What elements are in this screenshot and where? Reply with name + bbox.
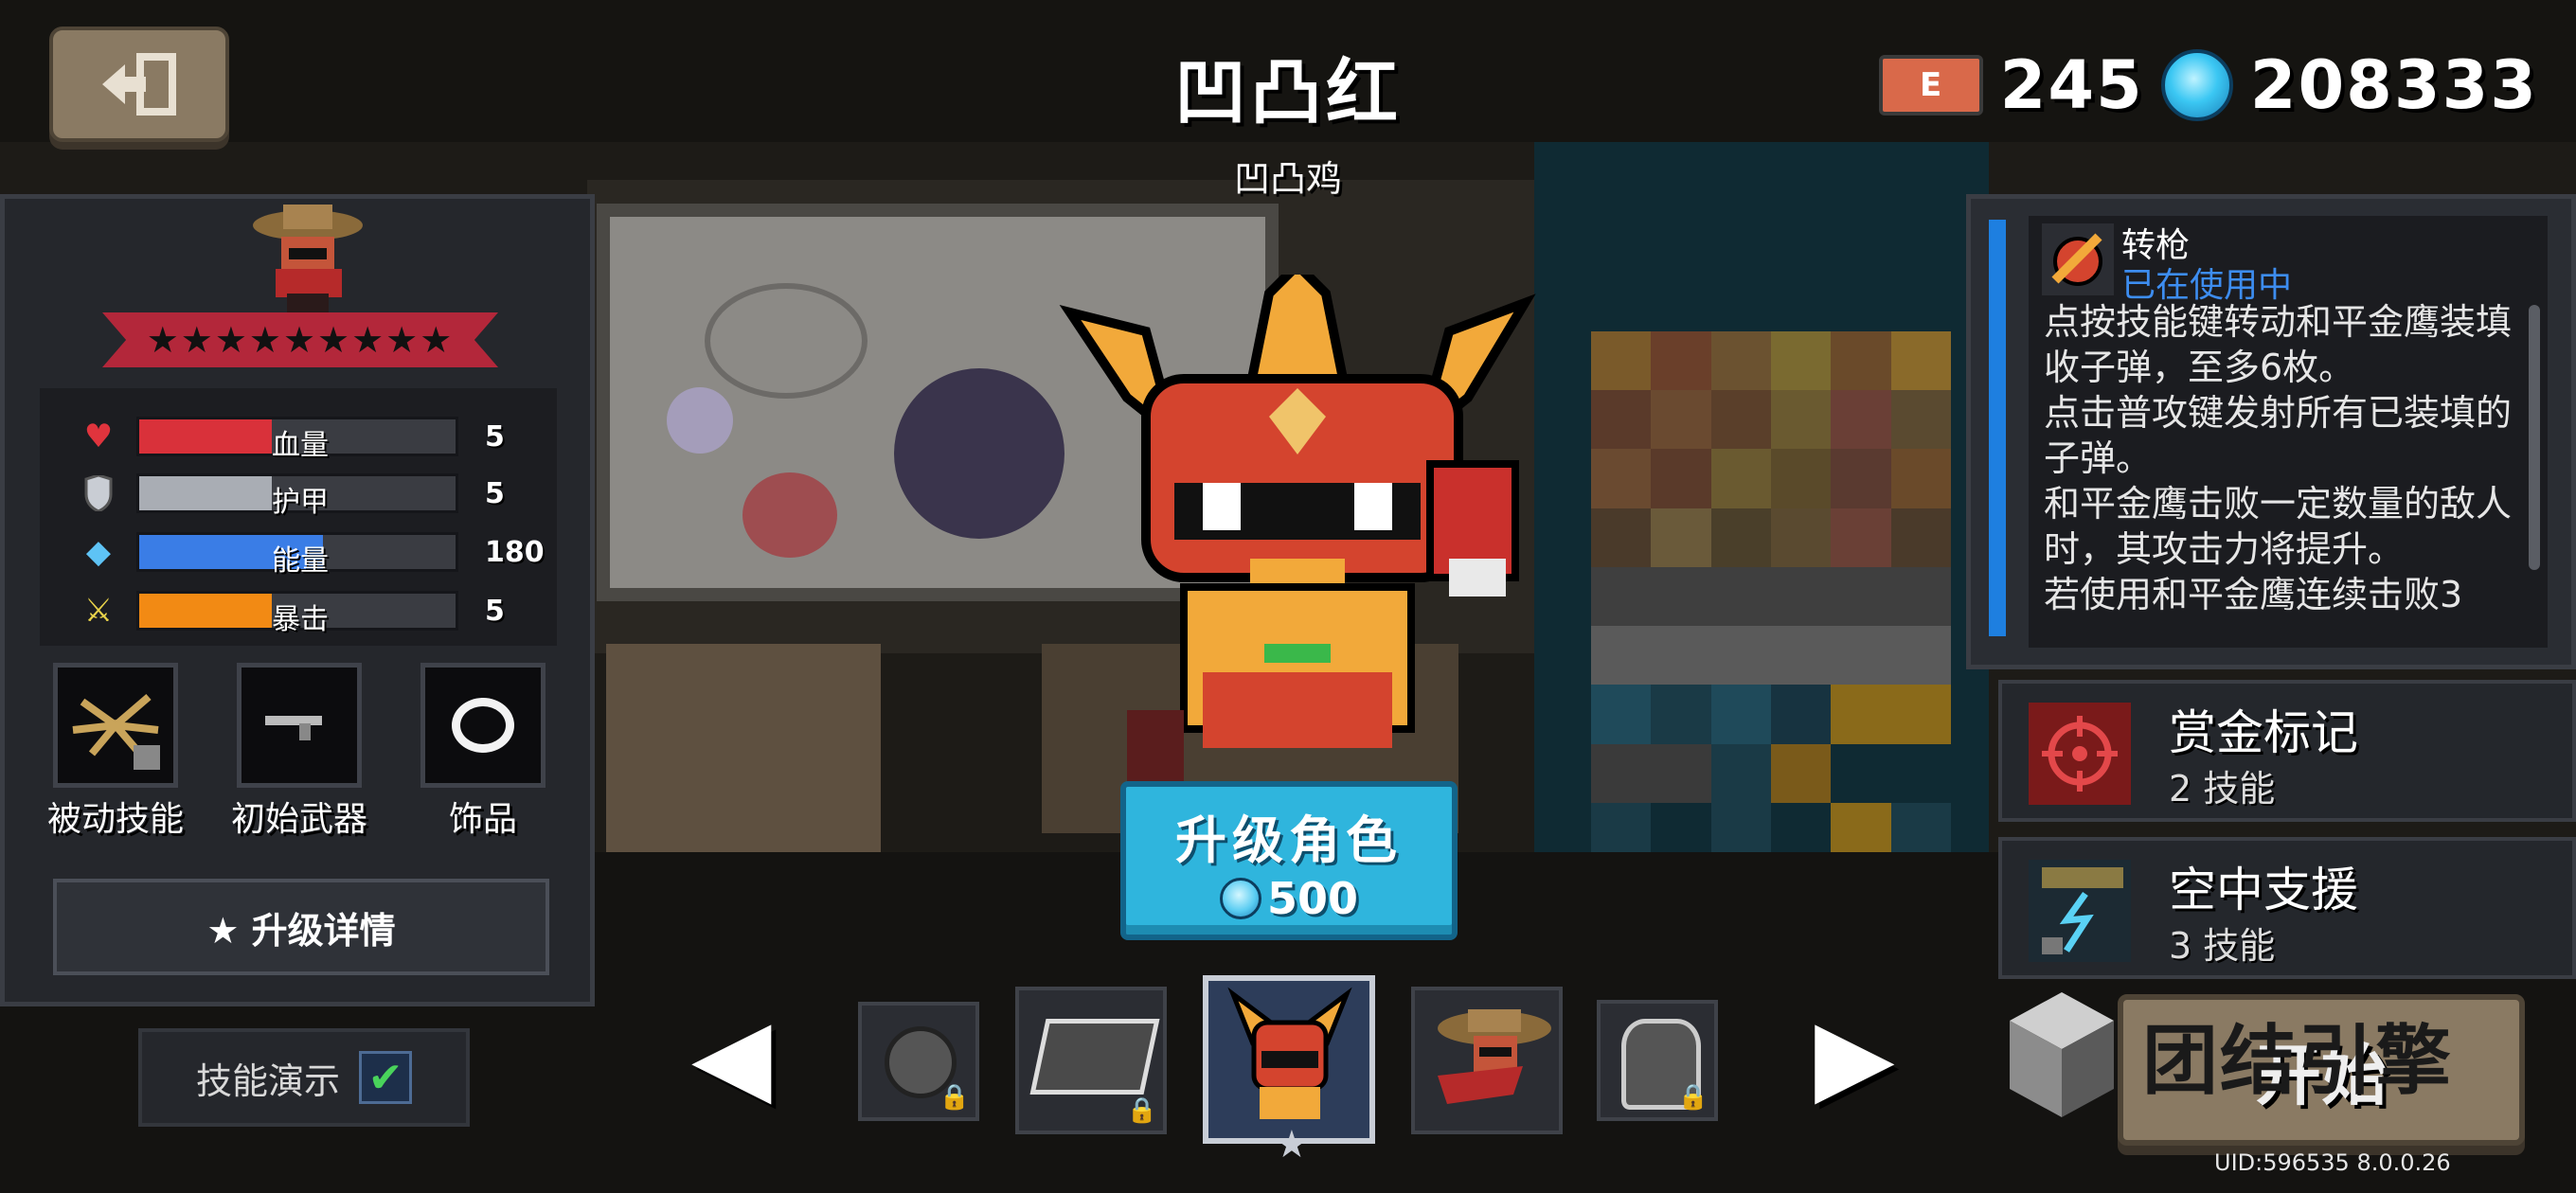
skin-cell-locked[interactable]: 🔒 bbox=[1597, 1000, 1718, 1121]
currency-bar: E 245 208333 bbox=[1878, 38, 2538, 133]
stat-fill bbox=[139, 594, 273, 628]
carousel-right-arrow[interactable]: ▶ bbox=[1815, 1004, 1895, 1108]
skill-demo-label: 技能演示 bbox=[195, 1059, 340, 1102]
stat-label: 护甲 bbox=[272, 486, 329, 519]
lock-icon: 🔒 bbox=[1677, 1083, 1708, 1112]
stat-row-crit: ⚔ 暴击 5 bbox=[78, 587, 551, 636]
character-subtitle: 凹凸鸡 bbox=[1233, 158, 1342, 200]
revolver-icon bbox=[265, 716, 322, 740]
back-button[interactable] bbox=[49, 27, 229, 142]
skill-description-scrollbar[interactable] bbox=[2529, 305, 2540, 570]
stat-label: 血量 bbox=[272, 429, 329, 462]
alt-skill-air-support[interactable]: 空中支援 3 技能 bbox=[1998, 837, 2576, 979]
pixel-mosaic-wall bbox=[1591, 331, 1951, 862]
alt-skill-sub: 3 技能 bbox=[2169, 925, 2276, 967]
bounty-target-icon bbox=[2029, 703, 2131, 805]
skin-silhouette bbox=[1029, 1019, 1160, 1095]
stat-fill bbox=[139, 476, 273, 510]
alt-skill-name: 空中支援 bbox=[2169, 863, 2358, 917]
whiteboard-doodle bbox=[667, 387, 733, 454]
character-portrait bbox=[253, 205, 363, 320]
gem-icon bbox=[1219, 877, 1261, 919]
heart-icon: ♥ bbox=[83, 418, 114, 455]
stat-value: 180 bbox=[485, 535, 545, 569]
upgrade-cost-value: 500 bbox=[1266, 872, 1359, 924]
passive-skill-icon bbox=[72, 693, 160, 770]
cowboy-thumbnail bbox=[1438, 1009, 1551, 1104]
current-skill-description: 点按技能键转动和平金鹰装填收子弹，至多6枚。 点击普攻键发射所有已装填的子弹。 … bbox=[2044, 301, 2513, 615]
stat-bar: 护甲 bbox=[136, 473, 458, 519]
ecard-icon: E bbox=[1878, 55, 1983, 116]
hero-character-sprite bbox=[1059, 275, 1536, 805]
upgrade-character-button[interactable]: 升级角色 500 bbox=[1120, 781, 1458, 940]
skill-description-viewport: 点按技能键转动和平金鹰装填收子弹，至多6枚。 点击普攻键发射所有已装填的子弹。 … bbox=[2029, 299, 2521, 621]
alt-skill-sub: 2 技能 bbox=[2169, 768, 2276, 810]
whiteboard-doodle bbox=[742, 472, 837, 558]
skin-cell-locked[interactable]: 🔒 bbox=[858, 1002, 979, 1121]
skin-cell[interactable] bbox=[1411, 987, 1563, 1134]
skin-cell-selected[interactable]: ★ bbox=[1203, 975, 1375, 1166]
character-name: 凹凸红 bbox=[1174, 50, 1402, 134]
stat-bar: 暴击 bbox=[136, 591, 458, 636]
star-rating-ribbon: ★★★★★★★★★ bbox=[102, 312, 498, 367]
uid-version: UID:596535 8.0.0.26 bbox=[2214, 1149, 2451, 1176]
accessory-slot[interactable] bbox=[420, 663, 546, 788]
skill-demo-toggle[interactable]: 技能演示 ✔ bbox=[138, 1028, 470, 1127]
upgrade-character-label: 升级角色 bbox=[1175, 810, 1403, 870]
spin-gun-skill-icon bbox=[2042, 223, 2114, 295]
stat-bar: 能量 bbox=[136, 532, 458, 578]
stat-value: 5 bbox=[485, 419, 505, 454]
stat-row-armor: 护甲 5 bbox=[78, 470, 551, 519]
alt-skill-bounty-mark[interactable]: 赏金标记 2 技能 bbox=[1998, 680, 2576, 822]
stat-label: 能量 bbox=[272, 544, 329, 578]
unity-cube-logo bbox=[2010, 992, 2114, 1117]
passive-skill-label: 被动技能 bbox=[46, 800, 184, 839]
passive-skill-slot[interactable] bbox=[53, 663, 178, 788]
carousel-left-arrow[interactable]: ◀ bbox=[691, 1004, 772, 1108]
stat-bar: 血量 bbox=[136, 417, 458, 462]
stat-label: 暴击 bbox=[272, 603, 329, 636]
cardboard-box bbox=[606, 644, 881, 852]
skin-cell-locked[interactable]: 🔒 bbox=[1015, 987, 1167, 1134]
whiteboard-doodle bbox=[705, 283, 868, 399]
starting-weapon-label: 初始武器 bbox=[230, 800, 367, 839]
upgrade-detail-button[interactable]: ★ 升级详情 bbox=[53, 879, 549, 975]
stat-row-energy: ◆ 能量 180 bbox=[78, 528, 551, 578]
engine-watermark: 团结引擎 bbox=[2142, 1017, 2453, 1105]
ecard-count: 245 bbox=[1999, 46, 2144, 124]
stat-value: 5 bbox=[485, 594, 505, 628]
exit-door-icon bbox=[102, 53, 176, 116]
upgrade-cost: 500 bbox=[1219, 872, 1359, 924]
stat-value: 5 bbox=[485, 476, 505, 510]
gem-icon bbox=[2160, 49, 2233, 121]
skill-demo-checkbox[interactable]: ✔ bbox=[359, 1051, 412, 1104]
skill-selected-indicator bbox=[1989, 220, 2006, 636]
hero-thumbnail bbox=[1227, 987, 1352, 1119]
crit-weapon-icon: ⚔ bbox=[83, 592, 114, 630]
stat-row-health: ♥ 血量 5 bbox=[78, 413, 551, 462]
stats-box: ♥ 血量 5 护甲 5 ◆ 能量 180 ⚔ 暴击 5 bbox=[40, 388, 557, 646]
ring-icon bbox=[452, 698, 514, 753]
alt-skill-name: 赏金标记 bbox=[2169, 705, 2358, 760]
accessory-label: 饰品 bbox=[448, 800, 517, 839]
lock-icon: 🔒 bbox=[939, 1083, 970, 1112]
selected-star-icon: ★ bbox=[1275, 1123, 1309, 1166]
diamond-icon: ◆ bbox=[85, 533, 112, 571]
lock-icon: 🔒 bbox=[1126, 1096, 1157, 1125]
starting-weapon-slot[interactable] bbox=[237, 663, 362, 788]
air-support-icon bbox=[2029, 860, 2131, 962]
gem-count: 208333 bbox=[2249, 46, 2538, 124]
stat-fill bbox=[139, 419, 273, 454]
shield-icon bbox=[78, 472, 119, 514]
